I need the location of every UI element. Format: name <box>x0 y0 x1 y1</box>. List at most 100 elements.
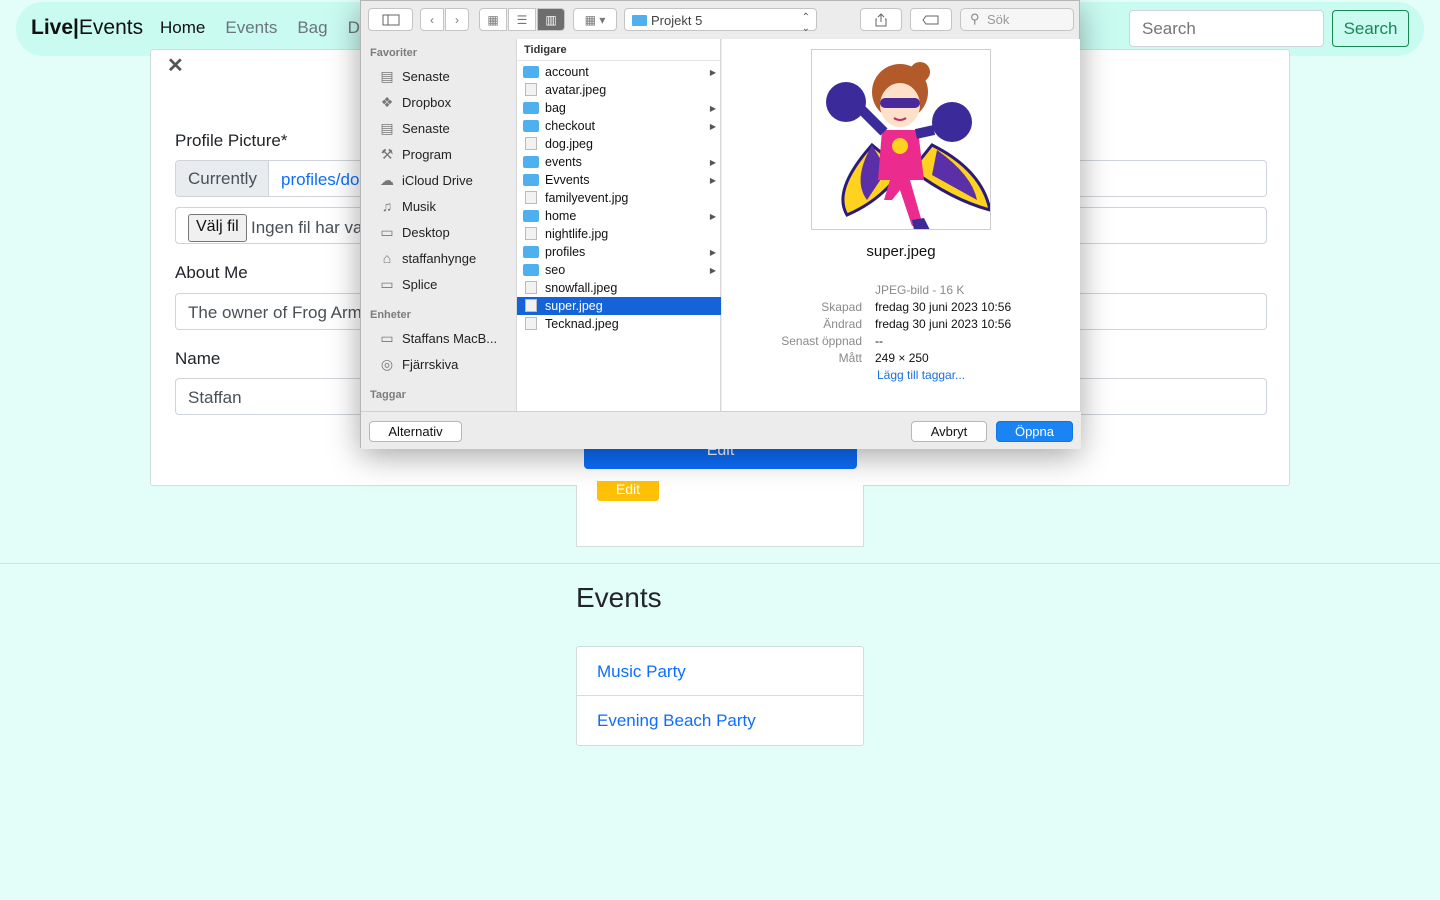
share-icon[interactable] <box>860 8 902 31</box>
updown-chevron-icon: ⌃ ⌄ <box>801 12 810 34</box>
current-picture-link[interactable]: profiles/dog <box>281 170 369 190</box>
folder-row[interactable]: checkout ▶ <box>517 117 721 135</box>
forward-icon[interactable]: › <box>445 8 469 31</box>
name-label: Name <box>175 349 221 368</box>
sidebar-item-applications[interactable]: ⚒ Program <box>378 143 452 165</box>
folder-icon: ▭ <box>380 275 394 292</box>
sidebar-item-music[interactable]: ♫ Musik <box>378 195 436 217</box>
sidebar-item-macbook[interactable]: ▭ Staffans MacB... <box>378 327 497 349</box>
sidebar-item-label: Senaste <box>402 68 450 84</box>
nav-links: Home Events Bag Drop <box>160 18 384 38</box>
folder-row[interactable]: seo ▶ <box>517 261 721 279</box>
image-file-icon <box>525 137 537 150</box>
group-by-icon[interactable]: ▦ ▾ <box>573 8 617 31</box>
recents-icon: ▤ <box>380 67 394 84</box>
tags-header: Taggar <box>370 389 406 401</box>
dimensions-label: Mått <box>838 351 862 365</box>
sidebar-item-desktop[interactable]: ▭ Desktop <box>378 221 449 243</box>
dialog-search-placeholder: Sök <box>987 12 1010 27</box>
sidebar-item-recents[interactable]: ▤ Senaste <box>378 65 450 87</box>
edit-profile-button[interactable]: Edit <box>597 481 659 501</box>
about-me-value: The owner of Frog Arms <box>188 303 371 322</box>
file-status-text: Ingen fil har val <box>251 218 367 237</box>
close-icon[interactable]: ✕ <box>167 53 184 78</box>
file-row[interactable]: nightlife.jpg <box>517 225 721 243</box>
event-link-evening-beach-party[interactable]: Evening Beach Party <box>577 696 863 745</box>
superhero-image <box>826 62 990 229</box>
sidebar-item-remote-disc[interactable]: ◎ Fjärrskiva <box>378 353 458 375</box>
disc-icon: ◎ <box>380 355 394 372</box>
file-open-dialog: ‹ › ▦ ☰ ▥ ▦ ▾ Projekt 5 ⌃ ⌄ ⚲ Sök Favorit… <box>360 0 1081 449</box>
sidebar-item-icloud[interactable]: ☁ iCloud Drive <box>378 169 473 191</box>
nav-link-home[interactable]: Home <box>160 18 205 38</box>
event-link-music-party[interactable]: Music Party <box>577 647 863 696</box>
add-tags-link[interactable]: Lägg till taggar... <box>877 368 965 382</box>
folder-row[interactable]: Evvents ▶ <box>517 171 721 189</box>
folder-icon <box>523 210 539 222</box>
image-file-icon <box>525 191 537 204</box>
preview-filename: super.jpeg <box>866 243 936 260</box>
brand-logo[interactable]: Live|Events <box>31 16 143 40</box>
disclosure-arrow-icon: ▶ <box>709 265 716 275</box>
devices-header: Enheter <box>370 309 411 321</box>
folder-row[interactable]: events ▶ <box>517 153 721 171</box>
profile-picture-label: Profile Picture* <box>175 131 288 150</box>
about-me-label: About Me <box>175 263 248 282</box>
sidebar-item-label: Senaste <box>402 120 450 136</box>
modified-value: fredag 30 juni 2023 10:56 <box>875 317 1012 331</box>
options-button[interactable]: Alternativ <box>369 421 462 442</box>
nav-link-bag[interactable]: Bag <box>297 18 327 38</box>
file-name: bag <box>545 101 566 115</box>
section-divider <box>0 563 1440 564</box>
nav-link-events[interactable]: Events <box>225 18 277 38</box>
sidebar-item-home[interactable]: ⌂ staffanhynge <box>378 247 476 269</box>
nav-search-input[interactable] <box>1129 10 1324 47</box>
file-row[interactable]: dog.jpeg <box>517 135 721 153</box>
image-file-icon <box>525 227 537 240</box>
sidebar-item-label: Fjärrskiva <box>402 356 459 372</box>
list-view-icon[interactable]: ☰ <box>508 8 536 31</box>
disclosure-arrow-icon: ▶ <box>709 211 716 221</box>
column-header-divider <box>517 60 720 61</box>
search-icon: ⚲ <box>970 11 980 26</box>
name-value: Staffan <box>188 388 242 407</box>
recents-icon: ▤ <box>380 119 394 136</box>
sidebar-toggle-icon[interactable] <box>368 8 413 31</box>
file-row[interactable]: avatar.jpeg <box>517 81 721 99</box>
folder-row[interactable]: profiles ▶ <box>517 243 721 261</box>
sidebar-item-splice[interactable]: ▭ Splice <box>378 273 437 295</box>
open-button[interactable]: Öppna <box>996 421 1073 442</box>
sidebar-item-label: Program <box>402 146 452 162</box>
folder-row[interactable]: bag ▶ <box>517 99 721 117</box>
file-name: avatar.jpeg <box>545 83 607 97</box>
cancel-button[interactable]: Avbryt <box>911 421 987 442</box>
created-value: fredag 30 juni 2023 10:56 <box>875 300 1012 314</box>
choose-file-button[interactable]: Välj fil <box>188 214 247 242</box>
file-row[interactable]: snowfall.jpeg <box>517 279 721 297</box>
back-icon[interactable]: ‹ <box>420 8 444 31</box>
file-row[interactable]: familyevent.jpg <box>517 189 721 207</box>
tag-icon[interactable] <box>910 8 952 31</box>
folder-icon <box>523 102 539 114</box>
column-view-icon[interactable]: ▥ <box>537 8 565 31</box>
preview-thumbnail <box>811 49 991 230</box>
folder-row[interactable]: home ▶ <box>517 207 721 225</box>
laptop-icon: ▭ <box>380 329 394 346</box>
dimensions-value: 249 × 250 <box>875 351 929 365</box>
path-selector[interactable]: Projekt 5 ⌃ ⌄ <box>624 8 817 34</box>
folder-icon <box>523 264 539 276</box>
folder-row[interactable]: account ▶ <box>517 63 721 81</box>
file-row[interactable]: Tecknad.jpeg <box>517 315 721 333</box>
nav-search-button[interactable]: Search <box>1332 10 1409 47</box>
sidebar-item-recents-2[interactable]: ▤ Senaste <box>378 117 450 139</box>
preview-kind: JPEG-bild - 16 K <box>875 283 965 297</box>
disclosure-arrow-icon: ▶ <box>709 175 716 185</box>
dialog-search-input[interactable]: ⚲ Sök <box>960 8 1074 31</box>
file-row[interactable]: super.jpeg <box>517 297 721 315</box>
desktop-icon: ▭ <box>380 223 394 240</box>
icon-view-icon[interactable]: ▦ <box>479 8 507 31</box>
sidebar-item-dropbox[interactable]: ❖ Dropbox <box>378 91 451 113</box>
dropbox-icon: ❖ <box>380 93 394 110</box>
file-name: seo <box>545 263 566 277</box>
file-name: profiles <box>545 245 586 259</box>
